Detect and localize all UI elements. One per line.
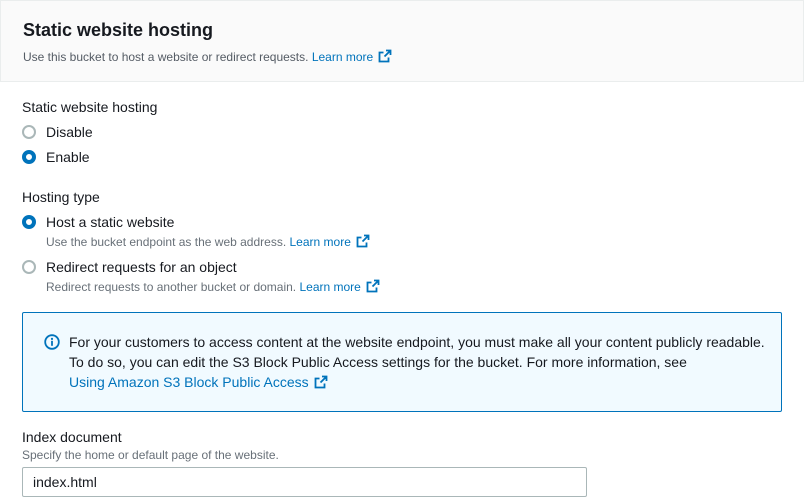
radio-host-static-label: Host a static website xyxy=(46,214,175,230)
host-static-desc-text: Use the bucket endpoint as the web addre… xyxy=(46,235,287,249)
radio-disable[interactable]: Disable xyxy=(22,124,93,140)
radio-enable[interactable]: Enable xyxy=(22,149,90,165)
radio-enable-label: Enable xyxy=(46,149,90,165)
external-link-icon xyxy=(366,279,380,293)
info-alert-message: For your customers to access content at … xyxy=(69,334,765,370)
radio-disable-control[interactable] xyxy=(22,125,36,139)
index-document-input[interactable] xyxy=(22,467,587,497)
radio-disable-label: Disable xyxy=(46,124,93,140)
page-subtitle: Use this bucket to host a website or red… xyxy=(23,49,392,64)
redirect-desc-text: Redirect requests to another bucket or d… xyxy=(46,280,297,294)
section-header: Static website hosting Use this bucket t… xyxy=(0,0,804,82)
hosting-type-label: Hosting type xyxy=(22,189,100,205)
radio-host-static-control[interactable] xyxy=(22,215,36,229)
radio-redirect-desc: Redirect requests to another bucket or d… xyxy=(46,279,380,294)
radio-redirect-control[interactable] xyxy=(22,260,36,274)
external-link-icon xyxy=(314,375,328,389)
redirect-learn-more-link[interactable]: Learn more xyxy=(299,279,380,294)
block-public-access-link[interactable]: Using Amazon S3 Block Public Access xyxy=(69,372,328,392)
info-alert-text: For your customers to access content at … xyxy=(69,332,769,392)
index-document-label: Index document xyxy=(22,429,122,445)
radio-enable-control[interactable] xyxy=(22,150,36,164)
radio-redirect[interactable]: Redirect requests for an object Redirect… xyxy=(22,259,380,294)
info-icon xyxy=(44,334,60,350)
radio-host-static-desc: Use the bucket endpoint as the web addre… xyxy=(46,234,370,249)
index-document-desc: Specify the home or default page of the … xyxy=(22,448,279,462)
page-title: Static website hosting xyxy=(23,20,214,40)
external-link-icon xyxy=(356,234,370,248)
subtitle-text: Use this bucket to host a website or red… xyxy=(23,50,309,64)
radio-host-static[interactable]: Host a static website Use the bucket end… xyxy=(22,214,370,249)
host-static-learn-more-link[interactable]: Learn more xyxy=(290,234,370,249)
info-alert: For your customers to access content at … xyxy=(22,312,782,412)
external-link-icon xyxy=(378,49,392,63)
hosting-label: Static website hosting xyxy=(22,99,158,115)
learn-more-link[interactable]: Learn more xyxy=(312,49,392,64)
radio-redirect-label: Redirect requests for an object xyxy=(46,259,237,275)
